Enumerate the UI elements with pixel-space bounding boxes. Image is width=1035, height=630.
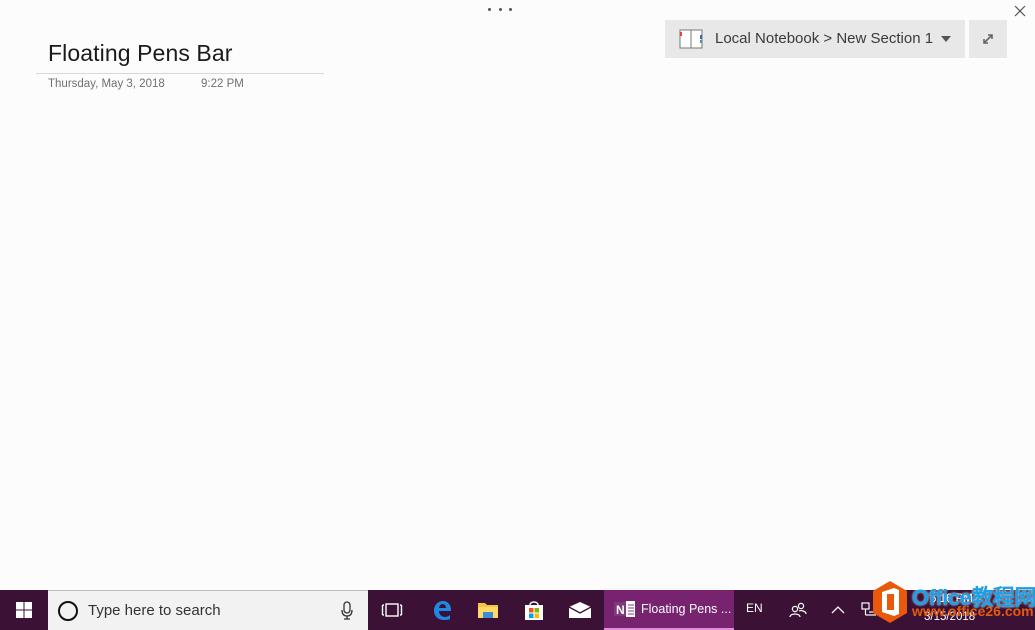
people-icon [789,602,807,618]
start-button[interactable] [0,590,48,630]
store-button[interactable] [511,590,557,630]
mail-button[interactable] [557,590,603,630]
edge-icon [434,601,451,620]
onenote-taskbar-button[interactable]: N Floating Pens ... [604,590,734,630]
onenote-icon: N [614,601,635,617]
network-button[interactable] [854,590,884,630]
expand-icon [983,34,993,44]
close-icon[interactable] [1012,3,1028,19]
microphone-icon[interactable] [340,601,354,621]
expand-button[interactable] [969,20,1007,58]
show-hidden-icons-button[interactable] [822,590,854,630]
language-indicator[interactable]: EN [746,601,763,615]
chevron-up-icon [831,606,845,614]
people-button[interactable] [776,590,820,630]
notebook-section-label: Local Notebook > New Section 1 [715,30,934,47]
ellipsis-icon[interactable] [488,2,512,16]
task-view-icon [381,603,403,617]
cortana-icon[interactable] [58,601,78,621]
store-icon [525,601,543,620]
folder-icon [478,603,498,618]
clock-date[interactable]: 3/15/2018 [924,611,975,623]
taskbar-search-box[interactable]: Type here to search [48,590,368,630]
notebook-icon [679,29,703,49]
svg-text:N: N [616,603,625,617]
onenote-task-label: Floating Pens ... [641,602,732,616]
page-date: Thursday, May 3, 2018 [48,78,165,90]
caret-down-icon [941,36,951,42]
clock-time[interactable]: 6:16 PM [930,593,973,605]
windows-icon [16,602,32,618]
notebook-section-picker[interactable]: Local Notebook > New Section 1 [665,20,965,58]
file-explorer-button[interactable] [465,590,511,630]
edge-button[interactable] [419,590,465,630]
network-icon [861,602,876,616]
taskbar: Type here to search N Floating Pens ... … [0,590,1035,630]
title-divider [36,73,324,74]
onenote-page-canvas[interactable]: Floating Pens Bar Thursday, May 3, 2018 … [0,0,1035,590]
page-time: 9:22 PM [201,78,244,90]
task-view-button[interactable] [369,590,415,630]
search-placeholder: Type here to search [88,602,221,619]
page-title[interactable]: Floating Pens Bar [48,40,233,67]
mail-icon [568,602,592,618]
